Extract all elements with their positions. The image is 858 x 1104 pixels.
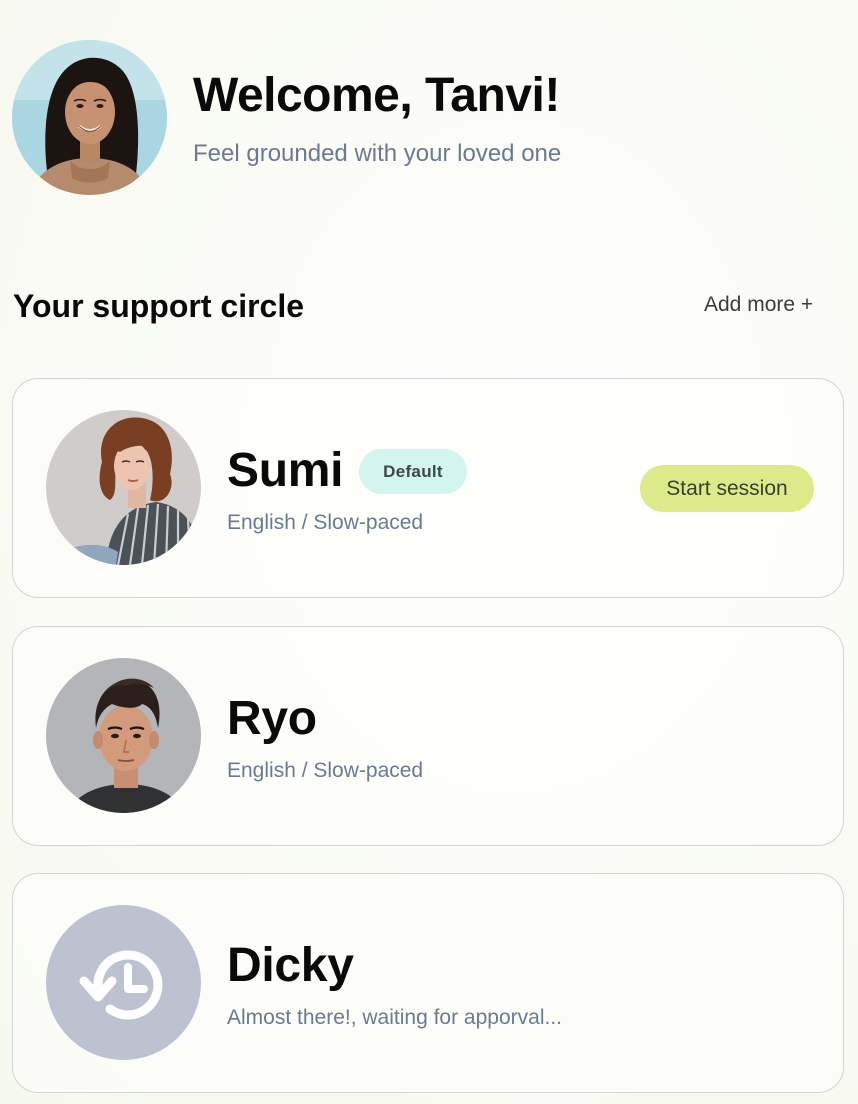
- pending-avatar: [46, 905, 201, 1060]
- member-name: Sumi: [227, 444, 344, 497]
- history-clock-icon: [79, 950, 163, 1020]
- page-subtitle: Feel grounded with your loved one: [193, 140, 562, 167]
- member-name: Ryo: [227, 692, 317, 745]
- user-avatar[interactable]: [12, 40, 167, 195]
- member-avatar: [46, 410, 201, 565]
- member-avatar-image: [46, 410, 201, 565]
- start-session-button[interactable]: Start session: [640, 465, 814, 512]
- support-circle-title: Your support circle: [13, 288, 305, 324]
- page-title: Welcome, Tanvi!: [193, 69, 560, 122]
- member-detail: English / Slow-paced: [227, 759, 424, 782]
- member-name: Dicky: [227, 939, 354, 992]
- member-card-dicky[interactable]: Dicky Almost there!, waiting for apporva…: [12, 873, 844, 1093]
- default-badge: Default: [359, 449, 467, 494]
- member-detail: English / Slow-paced: [227, 511, 424, 534]
- member-status: Almost there!, waiting for apporval...: [227, 1006, 562, 1029]
- member-avatar: [46, 658, 201, 813]
- member-avatar-image: [46, 658, 201, 813]
- member-card-sumi[interactable]: Sumi Default English / Slow-paced Start …: [12, 378, 844, 598]
- user-avatar-image: [12, 40, 167, 195]
- welcome-header: Welcome, Tanvi! Feel grounded with your …: [12, 40, 842, 196]
- add-more-button[interactable]: Add more +: [704, 293, 813, 317]
- member-card-ryo[interactable]: Ryo English / Slow-paced: [12, 626, 844, 846]
